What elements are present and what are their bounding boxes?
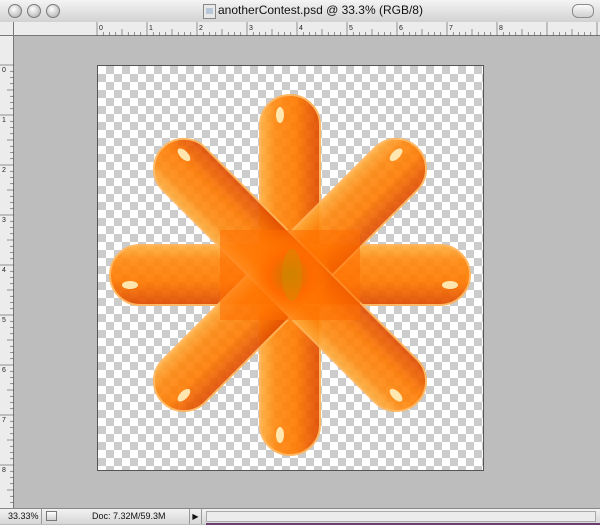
hruler-label: 8 — [499, 25, 503, 32]
status-bar: 33.33% Doc: 7.32M/59.3M ▶ — [0, 508, 600, 525]
hruler-label: 7 — [449, 25, 453, 32]
minimize-icon[interactable] — [27, 4, 41, 18]
horizontal-ruler-ticks: 0 1 2 3 4 5 6 7 8 — [96, 22, 598, 36]
triangle-right-icon[interactable]: ▶ — [189, 509, 202, 524]
document-canvas[interactable] — [97, 65, 484, 471]
vertical-ruler[interactable]: 0 1 2 3 4 5 6 7 8 — [0, 36, 14, 508]
vruler-label: 6 — [2, 367, 6, 374]
close-icon[interactable] — [8, 4, 22, 18]
vertical-ruler-ticks: 0 1 2 3 4 5 6 7 8 — [0, 64, 14, 503]
maximize-icon[interactable] — [46, 4, 60, 18]
hruler-label: 6 — [399, 25, 403, 32]
vruler-label: 0 — [2, 67, 6, 74]
vruler-label: 3 — [2, 217, 6, 224]
vruler-label: 4 — [2, 267, 6, 274]
status-preview-icon[interactable] — [46, 511, 57, 521]
vruler-label: 1 — [2, 117, 6, 124]
toolbar-toggle-icon[interactable] — [572, 4, 594, 18]
vruler-label: 5 — [2, 317, 6, 324]
document-size-info: Doc: 7.32M/59.3M — [92, 511, 166, 521]
hruler-label: 3 — [249, 25, 253, 32]
vruler-label: 8 — [2, 467, 6, 474]
vruler-label: 2 — [2, 167, 6, 174]
vruler-label: 7 — [2, 417, 6, 424]
hruler-label: 2 — [199, 25, 203, 32]
ruler-origin[interactable] — [0, 22, 14, 36]
document-icon — [203, 4, 216, 19]
window-title: anotherContest.psd @ 33.3% (RGB/8) — [218, 3, 423, 17]
canvas-area[interactable] — [14, 36, 600, 508]
horizontal-ruler[interactable]: 0 1 2 3 4 5 6 7 8 — [14, 22, 600, 36]
horizontal-scrollbar[interactable] — [206, 511, 596, 522]
zoom-level-field[interactable]: 33.33% — [0, 509, 42, 524]
hruler-label: 5 — [349, 25, 353, 32]
hruler-label: 4 — [299, 25, 303, 32]
orange-star-artwork — [109, 94, 471, 456]
hruler-label: 1 — [149, 25, 153, 32]
title-bar[interactable]: anotherContest.psd @ 33.3% (RGB/8) — [0, 0, 600, 23]
hruler-label: 0 — [99, 25, 103, 32]
